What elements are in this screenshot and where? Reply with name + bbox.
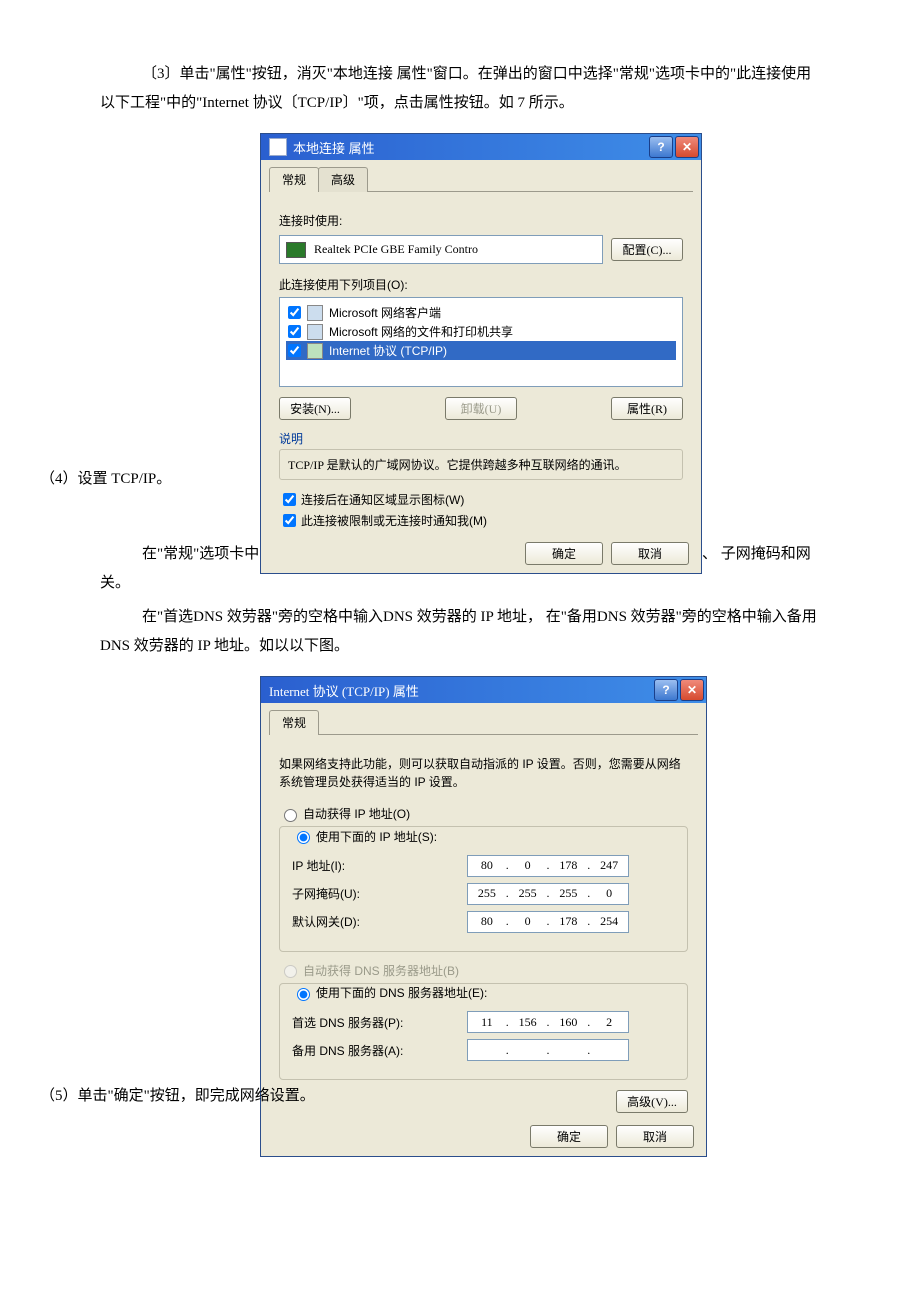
mask-label: 子网掩码(U): (292, 885, 467, 902)
radio-input (284, 965, 297, 978)
close-icon[interactable]: ✕ (680, 679, 704, 701)
close-icon[interactable]: ✕ (675, 136, 699, 158)
adns-label: 备用 DNS 服务器(A): (292, 1042, 467, 1059)
checkbox[interactable] (283, 493, 296, 506)
description-text: TCP/IP 是默认的广域网协议。它提供跨越多种互联网络的通讯。 (279, 449, 683, 480)
step5-label: （5）单击"确定"按钮，即完成网络设置。 (40, 1084, 315, 1105)
list-item[interactable]: Microsoft 网络客户端 (286, 303, 676, 322)
titlebar[interactable]: 本地连接 属性 ? ✕ (261, 134, 701, 160)
checkbox[interactable] (283, 514, 296, 527)
pdns-label: 首选 DNS 服务器(P): (292, 1014, 467, 1031)
list-item-tcpip[interactable]: Internet 协议 (TCP/IP) (286, 341, 676, 360)
ip-field[interactable]: 80.0.178.247 (467, 855, 629, 877)
cancel-button[interactable]: 取消 (616, 1125, 694, 1148)
alternate-dns-field[interactable]: ... (467, 1039, 629, 1061)
ok-button[interactable]: 确定 (525, 542, 603, 565)
protocol-icon (307, 343, 323, 359)
show-icon-option[interactable]: 连接后在通知区域显示图标(W) (279, 490, 683, 509)
tab-advanced[interactable]: 高级 (318, 167, 368, 192)
gateway-label: 默认网关(D): (292, 913, 467, 930)
tab-bar: 常规 (269, 709, 698, 735)
radio-auto-ip[interactable]: 自动获得 IP 地址(O) (279, 805, 688, 822)
connect-using-label: 连接时使用: (279, 212, 683, 229)
radio-use-ip[interactable]: 使用下面的 IP 地址(S): (292, 828, 443, 845)
paragraph-step3: 〔3〕单击"属性"按钮，消灭"本地连接 属性"窗口。在弹出的窗口中选择"常规"选… (100, 60, 820, 117)
ok-button[interactable]: 确定 (530, 1125, 608, 1148)
service-icon (307, 324, 323, 340)
mask-field[interactable]: 255.255.255.0 (467, 883, 629, 905)
notify-option[interactable]: 此连接被限制或无连接时通知我(M) (279, 511, 683, 530)
install-button[interactable]: 安装(N)... (279, 397, 351, 420)
configure-button[interactable]: 配置(C)... (611, 238, 683, 261)
tcpip-properties-dialog: Internet 协议 (TCP/IP) 属性 ? ✕ 常规 如果网络支持此功能… (260, 676, 707, 1157)
radio-input[interactable] (297, 988, 310, 1001)
checkbox[interactable] (288, 325, 301, 338)
local-connection-properties-dialog: 本地连接 属性 ? ✕ 常规 高级 连接时使用: (260, 133, 702, 574)
properties-button[interactable]: 属性(R) (611, 397, 683, 420)
radio-input[interactable] (297, 831, 310, 844)
checkbox[interactable] (288, 344, 301, 357)
tab-general[interactable]: 常规 (269, 710, 319, 735)
preferred-dns-field[interactable]: 11.156.160.2 (467, 1011, 629, 1033)
tab-bar: 常规 高级 (269, 166, 693, 192)
client-icon (307, 305, 323, 321)
connection-icon (269, 138, 287, 156)
ip-label: IP 地址(I): (292, 857, 467, 874)
step4-label: （4）设置 TCP/IP。 (40, 467, 171, 488)
checkbox[interactable] (288, 306, 301, 319)
radio-input[interactable] (284, 809, 297, 822)
dialog-title: Internet 协议 (TCP/IP) 属性 (269, 681, 419, 700)
advanced-button[interactable]: 高级(V)... (616, 1090, 688, 1113)
paragraph-dns: 在"首选DNS 效劳器"旁的空格中输入DNS 效劳器的 IP 地址， 在"备用D… (100, 603, 820, 660)
list-item[interactable]: Microsoft 网络的文件和打印机共享 (286, 322, 676, 341)
radio-auto-dns: 自动获得 DNS 服务器地址(B) (279, 962, 688, 979)
dialog-title: 本地连接 属性 (293, 138, 375, 157)
gateway-field[interactable]: 80.0.178.254 (467, 911, 629, 933)
radio-use-dns[interactable]: 使用下面的 DNS 服务器地址(E): (292, 984, 493, 1001)
tab-general[interactable]: 常规 (269, 167, 319, 192)
uninstall-button: 卸载(U) (445, 397, 517, 420)
nic-icon (286, 242, 306, 258)
titlebar[interactable]: Internet 协议 (TCP/IP) 属性 ? ✕ (261, 677, 706, 703)
items-label: 此连接使用下列项目(O): (279, 276, 683, 293)
description-title: 说明 (279, 430, 683, 447)
adapter-field (312, 241, 596, 258)
components-list[interactable]: Microsoft 网络客户端 Microsoft 网络的文件和打印机共享 In… (279, 297, 683, 387)
help-icon[interactable]: ? (654, 679, 678, 701)
intro-text: 如果网络支持此功能，则可以获取自动指派的 IP 设置。否则，您需要从网络系统管理… (279, 755, 688, 791)
cancel-button[interactable]: 取消 (611, 542, 689, 565)
help-icon[interactable]: ? (649, 136, 673, 158)
